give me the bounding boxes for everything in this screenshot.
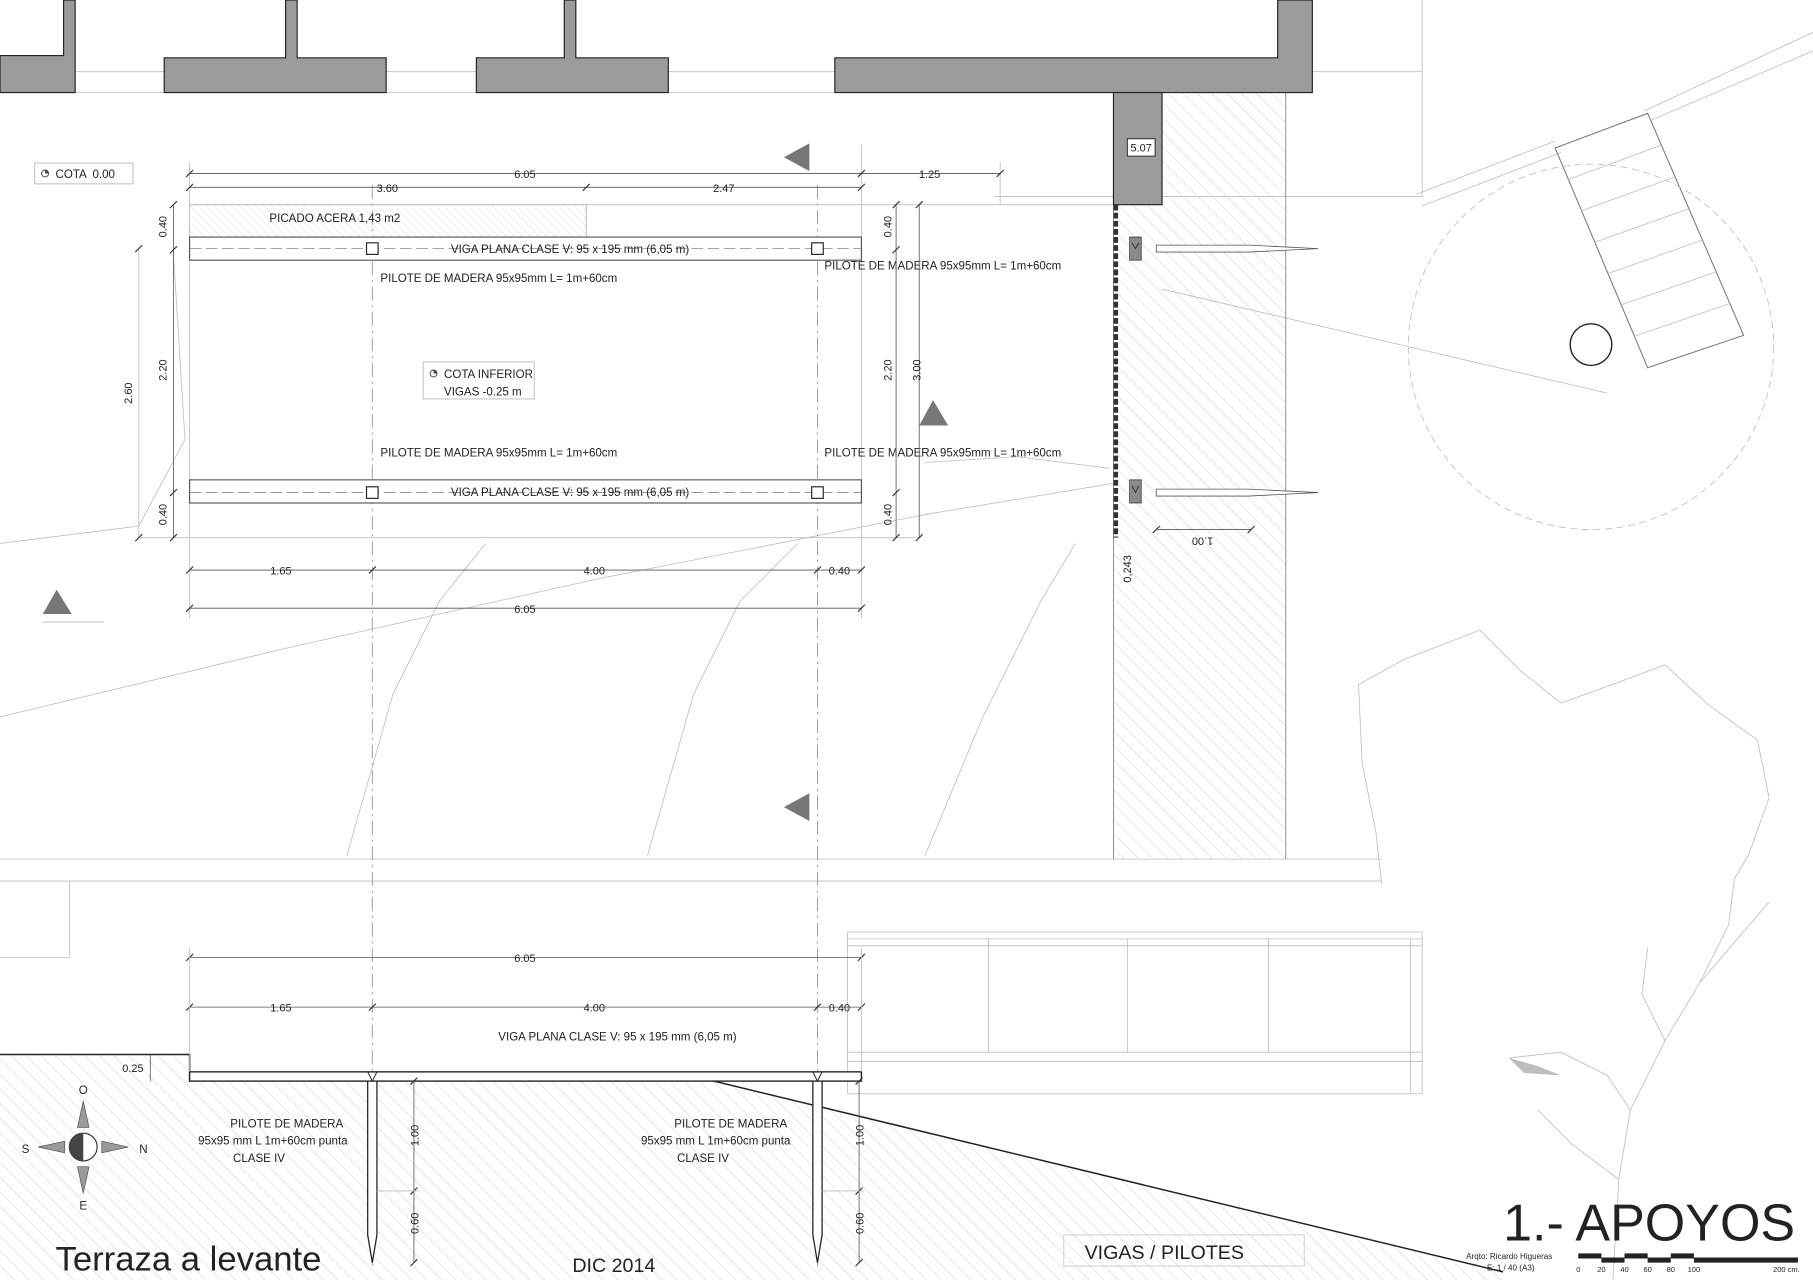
cota-reference-label: COTA 0.00 bbox=[56, 169, 115, 181]
dim-right-edge-bottom: 0.40 bbox=[882, 504, 894, 525]
dim-top-right: 2.47 bbox=[713, 183, 734, 195]
dim-right-total: 3.00 bbox=[911, 359, 923, 380]
sheet-title: 1.- APOYOS bbox=[1503, 1195, 1795, 1253]
section-dim-total: 6.05 bbox=[514, 953, 535, 965]
cota-inferior-line2: VIGAS -0.25 m bbox=[444, 386, 522, 398]
scale-end-label: 200 cm. bbox=[1773, 1265, 1800, 1274]
beam-label-bottom: VIGA PLANA CLASE V: 95 x 195 mm (6,05 m) bbox=[451, 487, 689, 499]
section-beam-label: VIGA PLANA CLASE V: 95 x 195 mm (6,05 m) bbox=[498, 1032, 736, 1044]
dim-right-edge-top: 0.40 bbox=[882, 216, 894, 237]
section-pile-right-line3: CLASE IV bbox=[677, 1153, 729, 1165]
pile-plan-1 bbox=[365, 242, 379, 255]
drawing-sheet: 5.07 COTA 0.00 PICADO ACERA 1,43 m2 VIGA… bbox=[0, 0, 1813, 1280]
section-pile-right-line2: 95x95 mm L 1m+60cm punta bbox=[641, 1136, 791, 1148]
adjoining-wall-strip bbox=[1113, 92, 1287, 860]
section-dim-right: 0.40 bbox=[829, 1003, 850, 1015]
dim-left-total: 2.60 bbox=[123, 382, 135, 403]
dim-left-edge-top: 0.40 bbox=[158, 216, 170, 237]
dim-left-middle: 2.20 bbox=[158, 359, 170, 380]
section-dim-pile-tip-right: 0.60 bbox=[855, 1213, 867, 1234]
scale-tick-20: 20 bbox=[1597, 1265, 1605, 1274]
beam-label-top: VIGA PLANA CLASE V: 95 x 195 mm (6,05 m) bbox=[451, 244, 689, 256]
scale-tick-80: 80 bbox=[1667, 1265, 1675, 1274]
compass-label-right: N bbox=[139, 1144, 147, 1156]
compass-label-left: S bbox=[22, 1144, 30, 1156]
section-dim-pile-upper-left: 1.00 bbox=[410, 1125, 422, 1146]
scale-tick-40: 40 bbox=[1620, 1265, 1628, 1274]
anchor-plate-bottom bbox=[1129, 479, 1142, 504]
pile-label-bottom-left: PILOTE DE MADERA 95x95mm L= 1m+60cm bbox=[380, 448, 617, 460]
column-level-label: 5.07 bbox=[1131, 142, 1152, 154]
dim-top-left: 3.60 bbox=[377, 183, 398, 195]
beam-section bbox=[188, 1071, 863, 1082]
scale-tick-0: 0 bbox=[1576, 1265, 1580, 1274]
dim-bottom-total: 6.05 bbox=[514, 604, 535, 616]
compass-label-top: O bbox=[79, 1085, 88, 1097]
pile-section-left bbox=[367, 1080, 378, 1263]
dim-anchor-length: 1.00 bbox=[1192, 535, 1213, 547]
section-pile-left-line3: CLASE IV bbox=[233, 1153, 285, 1165]
section-dim-beam-depth: 0.25 bbox=[122, 1063, 143, 1075]
section-dim-left: 1.65 bbox=[270, 1003, 291, 1015]
author-label: Arqto: Ricardo Higueras bbox=[1466, 1252, 1552, 1261]
dim-right-middle: 2.20 bbox=[882, 359, 894, 380]
picado-label: PICADO ACERA 1,43 m2 bbox=[269, 213, 400, 225]
section-dim-middle: 4.00 bbox=[584, 1003, 605, 1015]
compass-label-bottom: E bbox=[79, 1200, 87, 1212]
dim-bottom-right: 0.40 bbox=[829, 566, 850, 578]
pile-label-bottom-right: PILOTE DE MADERA 95x95mm L= 1m+60cm bbox=[824, 448, 1061, 460]
strip-hatch-lower bbox=[1113, 204, 1286, 860]
dim-bottom-middle: 4.00 bbox=[584, 566, 605, 578]
section-dim-pile-tip-left: 0.60 bbox=[410, 1213, 422, 1234]
pile-section-right bbox=[812, 1080, 823, 1263]
strip-hatch-upper bbox=[1162, 92, 1286, 205]
pile-plan-3 bbox=[365, 486, 379, 499]
pile-label-top-right: PILOTE DE MADERA 95x95mm L= 1m+60cm bbox=[824, 260, 1061, 272]
section-pile-right-line1: PILOTE DE MADERA bbox=[674, 1118, 787, 1130]
drawing-date: DIC 2014 bbox=[572, 1255, 655, 1277]
section-dim-pile-upper-right: 1.00 bbox=[855, 1125, 867, 1146]
dim-bottom-left: 1.65 bbox=[270, 566, 291, 578]
pile-plan-4 bbox=[811, 486, 824, 499]
scale-tick-100: 100 bbox=[1688, 1265, 1701, 1274]
scale-label: E: 1 / 40 (A3) bbox=[1487, 1264, 1535, 1273]
dim-edge-gap: 0,243 bbox=[1122, 555, 1134, 582]
scale-tick-60: 60 bbox=[1643, 1265, 1651, 1274]
pile-plan-2 bbox=[811, 242, 824, 255]
project-title: Terraza a levante bbox=[56, 1241, 322, 1279]
dim-left-edge-bottom: 0.40 bbox=[158, 504, 170, 525]
pile-label-top-left: PILOTE DE MADERA 95x95mm L= 1m+60cm bbox=[380, 273, 617, 285]
dim-top-total: 6.05 bbox=[514, 169, 535, 181]
section-pile-left-line2: 95x95 mm L 1m+60cm punta bbox=[198, 1136, 348, 1148]
dim-top-ext: 1.25 bbox=[919, 169, 940, 181]
section-pile-left-line1: PILOTE DE MADERA bbox=[230, 1118, 343, 1130]
drawing-subtitle: VIGAS / PILOTES bbox=[1085, 1242, 1244, 1264]
cota-inferior-line1: COTA INFERIOR bbox=[444, 369, 533, 381]
